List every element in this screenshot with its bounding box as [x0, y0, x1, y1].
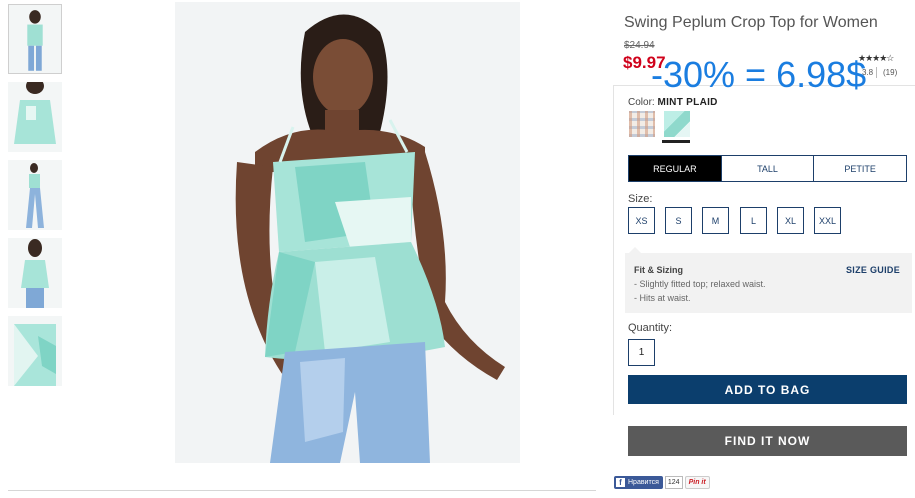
thumbnail-back[interactable] — [8, 238, 62, 308]
swatch-mint-plaid[interactable] — [664, 111, 690, 137]
thumbnail-detail[interactable] — [8, 82, 62, 152]
quantity-input[interactable]: 1 — [628, 339, 655, 366]
original-price: $24.94 — [624, 40, 655, 51]
size-option-xs[interactable]: XS — [628, 207, 655, 234]
discount-overlay-note: -30% = 6.98$ — [651, 54, 867, 95]
thumbnail-front[interactable] — [8, 4, 62, 74]
facebook-like-label: Нравится — [628, 479, 659, 486]
size-option-m[interactable]: M — [702, 207, 729, 234]
find-it-now-button[interactable]: FIND IT NOW — [628, 426, 907, 456]
swatch-plaid[interactable] — [629, 111, 655, 137]
tab-tall[interactable]: TALL — [720, 156, 814, 181]
main-product-image — [175, 2, 520, 463]
facebook-like-button[interactable]: f Нравится — [614, 476, 663, 489]
size-option-l[interactable]: L — [740, 207, 767, 234]
size-guide-link[interactable]: SIZE GUIDE — [846, 265, 900, 275]
size-option-xl[interactable]: XL — [777, 207, 804, 234]
pinterest-button[interactable]: Pin it — [684, 476, 710, 489]
fit-note-line: - Hits at waist. — [634, 293, 691, 303]
selected-swatch-indicator — [662, 140, 690, 143]
thumbnail-side[interactable] — [8, 160, 62, 230]
review-count-link[interactable]: (19) — [883, 68, 897, 77]
facebook-icon: f — [616, 478, 625, 487]
add-to-bag-button[interactable]: ADD TO BAG — [628, 375, 907, 404]
color-label: Color: MINT PLAID — [628, 97, 718, 108]
product-options-panel — [613, 85, 915, 415]
fit-sizing-title: Fit & Sizing — [634, 265, 683, 275]
quantity-label: Quantity: — [628, 322, 673, 334]
tab-regular[interactable]: REGULAR — [629, 156, 721, 181]
size-option-s[interactable]: S — [665, 207, 692, 234]
product-title: Swing Peplum Crop Top for Women — [624, 14, 878, 31]
fit-type-tabs: REGULAR TALL PETITE — [628, 155, 907, 182]
facebook-like-count: 124 — [664, 476, 683, 489]
selected-color-name: MINT PLAID — [657, 97, 718, 108]
content-divider — [8, 490, 596, 491]
thumbnail-closeup[interactable] — [8, 316, 62, 386]
social-share-bar: f Нравится 124 Pin it — [614, 476, 710, 489]
tab-petite[interactable]: PETITE — [813, 156, 906, 181]
size-option-xxl[interactable]: XXL — [814, 207, 841, 234]
rating-divider — [876, 67, 877, 78]
size-label: Size: — [628, 193, 653, 205]
color-label-text: Color: — [628, 97, 655, 108]
fit-note-line: - Slightly fitted top; relaxed waist. — [634, 279, 766, 289]
